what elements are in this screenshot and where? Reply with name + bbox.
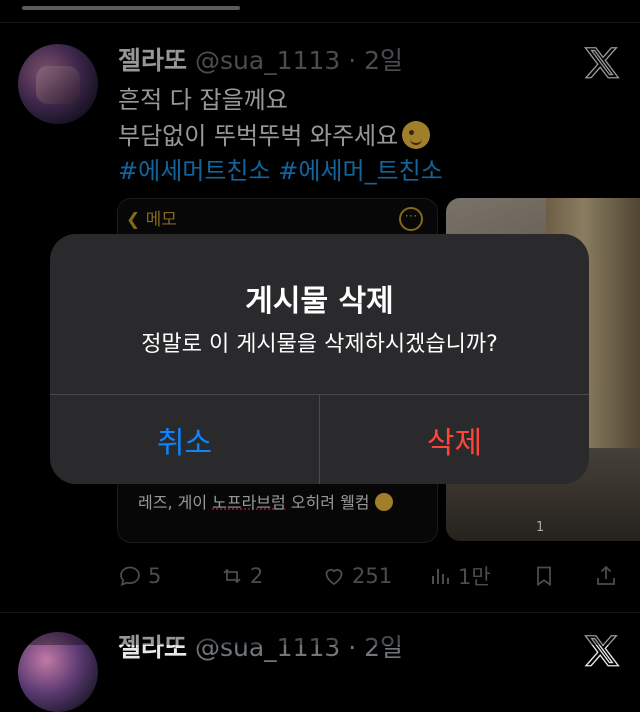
- dialog-title: 게시물 삭제: [245, 284, 394, 319]
- delete-post-dialog: 게시물 삭제 정말로 이 게시물을 삭제하시겠습니까? 취소 삭제: [50, 234, 589, 484]
- dialog-message: 정말로 이 게시물을 삭제하시겠습니까?: [141, 332, 498, 357]
- delete-button[interactable]: 삭제: [320, 395, 589, 484]
- cancel-button[interactable]: 취소: [50, 395, 319, 484]
